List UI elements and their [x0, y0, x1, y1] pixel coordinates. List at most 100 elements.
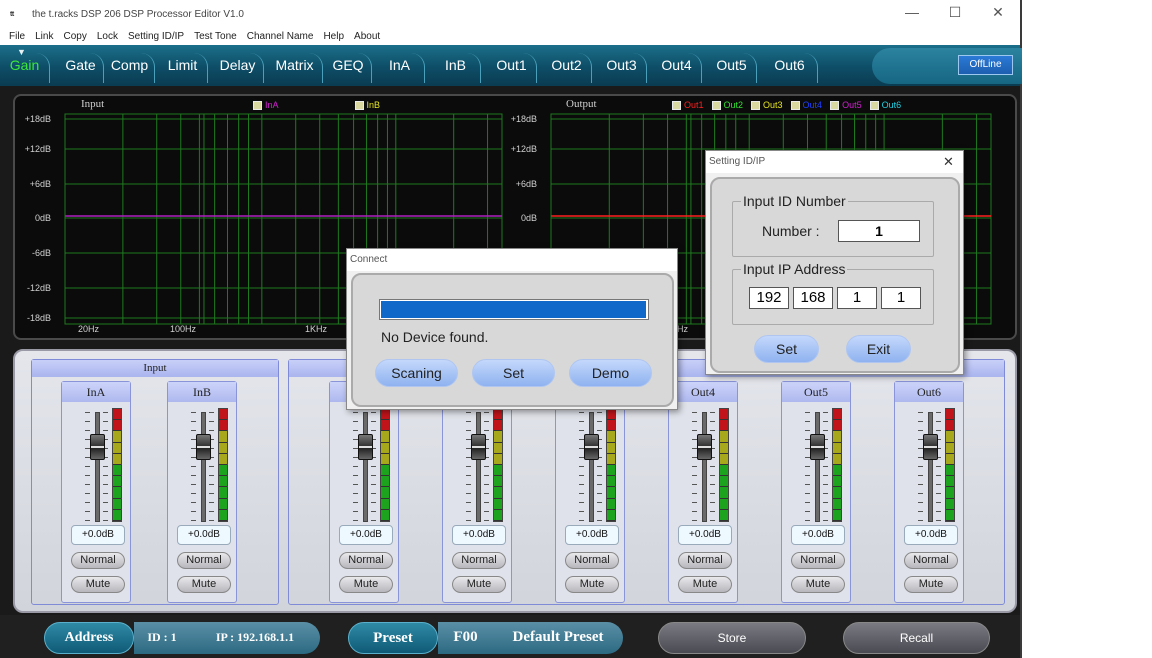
menu-channel-name[interactable]: Channel Name: [247, 31, 314, 42]
fader-track[interactable]: [95, 412, 100, 522]
gain-value[interactable]: +0.0dB: [565, 525, 619, 545]
phase-normal-button[interactable]: Normal: [452, 552, 506, 569]
meter-segment: [720, 453, 728, 466]
setting-set-button[interactable]: Set: [754, 335, 819, 363]
active-tab-arrow-icon: ▼: [17, 47, 26, 57]
mute-button[interactable]: Mute: [904, 576, 958, 593]
gain-value[interactable]: +0.0dB: [904, 525, 958, 545]
fader-scale: [710, 412, 715, 522]
gain-value[interactable]: +0.0dB: [71, 525, 125, 545]
preset-name[interactable]: Default Preset: [493, 622, 623, 654]
menu-link[interactable]: Link: [35, 31, 53, 42]
meter-segment: [720, 442, 728, 454]
fader-track[interactable]: [363, 412, 368, 522]
tab-comp[interactable]: Comp: [105, 53, 155, 83]
menu-setting-id-ip[interactable]: Setting ID/IP: [128, 31, 184, 42]
fader-track[interactable]: [815, 412, 820, 522]
meter-segment: [494, 420, 502, 432]
fader-handle[interactable]: [923, 434, 938, 460]
fader-handle[interactable]: [584, 434, 599, 460]
fader-handle[interactable]: [471, 434, 486, 460]
tab-out5[interactable]: Out5: [707, 53, 757, 83]
ip-octet-1-input[interactable]: 192: [749, 287, 789, 309]
fader-scale: [371, 412, 376, 522]
setting-id-ip-dialog: Setting ID/IP ✕ Input ID Number Number :…: [705, 150, 964, 375]
gain-value[interactable]: +0.0dB: [452, 525, 506, 545]
meter-segment: [494, 476, 502, 488]
tab-out2[interactable]: Out2: [542, 53, 592, 83]
fader-track[interactable]: [702, 412, 707, 522]
menu-help[interactable]: Help: [323, 31, 344, 42]
phase-normal-button[interactable]: Normal: [791, 552, 845, 569]
gain-value[interactable]: +0.0dB: [177, 525, 231, 545]
ip-octet-2-input[interactable]: 168: [793, 287, 833, 309]
ip-address-group-label: Input IP Address: [743, 261, 846, 277]
tab-gate[interactable]: Gate: [58, 53, 104, 83]
id-number-input[interactable]: 1: [838, 220, 920, 242]
recall-button[interactable]: Recall: [843, 622, 990, 654]
mute-button[interactable]: Mute: [452, 576, 506, 593]
tab-limit[interactable]: Limit: [158, 53, 208, 83]
meter-segment: [113, 465, 121, 477]
menu-lock[interactable]: Lock: [97, 31, 118, 42]
tab-out3[interactable]: Out3: [597, 53, 647, 83]
mute-button[interactable]: Mute: [791, 576, 845, 593]
tab-delay[interactable]: Delay: [212, 53, 264, 83]
phase-normal-button[interactable]: Normal: [565, 552, 619, 569]
phase-normal-button[interactable]: Normal: [678, 552, 732, 569]
mute-button[interactable]: Mute: [339, 576, 393, 593]
ip-octet-4-input[interactable]: 1: [881, 287, 921, 309]
fader-handle[interactable]: [810, 434, 825, 460]
fader-scale: [597, 412, 602, 522]
demo-button[interactable]: Demo: [569, 359, 652, 387]
menu-copy[interactable]: Copy: [63, 31, 86, 42]
tab-gain[interactable]: Gain: [0, 53, 50, 83]
tab-matrix[interactable]: Matrix: [267, 53, 323, 83]
menu-file[interactable]: File: [9, 31, 25, 42]
tab-out1[interactable]: Out1: [487, 53, 537, 83]
tab-ina[interactable]: InA: [375, 53, 425, 83]
fader-track[interactable]: [589, 412, 594, 522]
fader-track[interactable]: [928, 412, 933, 522]
offline-status-button[interactable]: OffLine: [958, 55, 1013, 75]
meter-segment: [494, 442, 502, 454]
fader-handle[interactable]: [196, 434, 211, 460]
preset-code: F00: [438, 622, 493, 654]
tab-geq[interactable]: GEQ: [325, 53, 372, 83]
level-meter: [606, 408, 616, 522]
mute-button[interactable]: Mute: [177, 576, 231, 593]
mute-button[interactable]: Mute: [678, 576, 732, 593]
tab-inb[interactable]: InB: [431, 53, 481, 83]
fader-handle[interactable]: [697, 434, 712, 460]
mute-button[interactable]: Mute: [565, 576, 619, 593]
fader-handle[interactable]: [90, 434, 105, 460]
close-icon[interactable]: ✕: [988, 4, 1008, 21]
gain-value[interactable]: +0.0dB: [339, 525, 393, 545]
fader-track[interactable]: [201, 412, 206, 522]
meter-segment: [219, 487, 227, 499]
gain-value[interactable]: +0.0dB: [678, 525, 732, 545]
fader-handle[interactable]: [358, 434, 373, 460]
menu-about[interactable]: About: [354, 31, 380, 42]
phase-normal-button[interactable]: Normal: [904, 552, 958, 569]
phase-normal-button[interactable]: Normal: [339, 552, 393, 569]
gain-value[interactable]: +0.0dB: [791, 525, 845, 545]
dialog-close-icon[interactable]: ✕: [943, 154, 954, 170]
setting-exit-button[interactable]: Exit: [846, 335, 911, 363]
maximize-icon[interactable]: ☐: [945, 4, 965, 21]
ip-octet-3-input[interactable]: 1: [837, 287, 877, 309]
phase-normal-button[interactable]: Normal: [71, 552, 125, 569]
phase-normal-button[interactable]: Normal: [177, 552, 231, 569]
tab-out6[interactable]: Out6: [762, 53, 818, 83]
mute-button[interactable]: Mute: [71, 576, 125, 593]
scan-button[interactable]: Scaning: [375, 359, 458, 387]
tab-out4[interactable]: Out4: [652, 53, 702, 83]
hz-label: Hz: [677, 324, 688, 334]
meter-segment: [833, 498, 841, 510]
menu-test-tone[interactable]: Test Tone: [194, 31, 237, 42]
minimize-icon[interactable]: —: [902, 4, 922, 20]
store-button[interactable]: Store: [658, 622, 806, 654]
connect-set-button[interactable]: Set: [472, 359, 555, 387]
fader-track[interactable]: [476, 412, 481, 522]
meter-segment: [720, 487, 728, 499]
